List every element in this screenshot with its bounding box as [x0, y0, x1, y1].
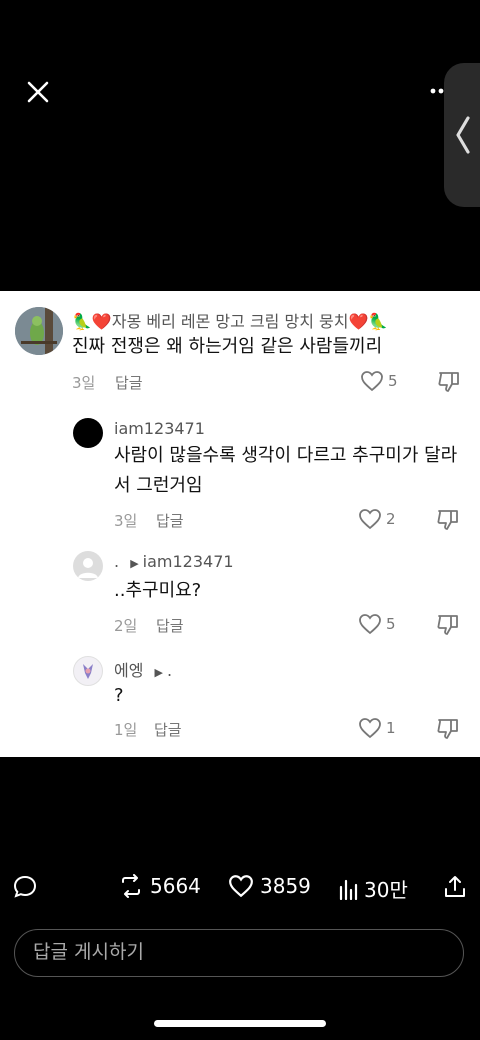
side-panel-handle[interactable]: [444, 63, 480, 207]
comment-text: ?: [114, 685, 124, 706]
bar-chart-icon: [339, 879, 358, 900]
comment-time: 3일: [72, 374, 96, 392]
like-count: 5: [388, 372, 398, 390]
avatar[interactable]: [15, 307, 63, 355]
reply-to-author[interactable]: iam123471: [143, 552, 234, 571]
close-button[interactable]: [22, 76, 54, 108]
reply-to-author[interactable]: .: [167, 661, 172, 680]
reply-button[interactable]: 답글: [156, 510, 184, 531]
comment-thread-card: 🦜❤️자몽 베리 레몬 망고 크림 망치 뭉치❤️🦜 진짜 전쟁은 왜 하는거임…: [0, 291, 480, 757]
like-count: 1: [386, 719, 396, 737]
speech-bubble-icon: [13, 875, 37, 898]
comment-text: 사람이 많을수록 생각이 다르고 추구미가 달라서 그런거임: [114, 445, 458, 496]
reply-input[interactable]: 답글 게시하기: [14, 929, 464, 977]
heart-icon: [359, 614, 381, 635]
views-button[interactable]: 30만: [338, 874, 408, 903]
dislike-button[interactable]: [436, 717, 460, 745]
thumbs-down-icon: [437, 615, 458, 635]
comment-time: 2일: [114, 617, 138, 635]
dislike-button[interactable]: [436, 613, 460, 641]
comment-author[interactable]: 에엥: [114, 661, 143, 680]
avatar[interactable]: [73, 418, 103, 448]
home-indicator: [154, 1020, 326, 1027]
comment-author[interactable]: iam123471: [114, 419, 205, 438]
like-count: 5: [386, 615, 396, 633]
repost-button[interactable]: 5664: [118, 874, 201, 898]
reply-button[interactable]: 답글: [115, 372, 143, 393]
comment-time: 3일: [114, 512, 138, 530]
character-avatar-image: [83, 664, 93, 679]
comment-text: ..추구미요?: [114, 580, 202, 601]
like-count: 2: [386, 510, 396, 528]
repost-count: 5664: [150, 874, 201, 898]
post-action-bar: 5664 3859 30만: [0, 868, 480, 904]
share-icon: [445, 876, 465, 897]
thumbs-down-icon: [437, 510, 458, 530]
dislike-button[interactable]: [436, 508, 460, 536]
comment-time: 1일: [114, 721, 138, 739]
chevron-left-icon: [456, 116, 470, 154]
comment-text: 진짜 전쟁은 왜 하는거임 같은 사람들끼리: [72, 336, 383, 357]
like-post-button[interactable]: 3859: [228, 874, 311, 898]
comment-author[interactable]: .: [114, 552, 119, 571]
repost-icon: [122, 874, 140, 898]
like-count: 3859: [260, 874, 311, 898]
comment-button[interactable]: [12, 874, 38, 900]
dislike-button[interactable]: [437, 370, 461, 398]
reply-arrow-icon: ▶: [130, 557, 139, 570]
heart-icon: [361, 371, 383, 392]
parrot-avatar-image: [15, 307, 63, 355]
comment-author-line: . ▶ iam123471: [114, 552, 234, 571]
thumbs-down-icon: [438, 372, 459, 392]
heart-outline-icon: [229, 875, 253, 898]
comment-author-line: 에엥 ▶.: [114, 657, 172, 681]
heart-icon: [359, 509, 381, 530]
reply-arrow-icon: ▶: [154, 666, 164, 679]
close-icon: [27, 81, 49, 103]
like-button[interactable]: 5: [358, 613, 396, 635]
share-button[interactable]: [442, 874, 468, 900]
reply-button[interactable]: 답글: [156, 615, 184, 636]
view-count: 30만: [364, 878, 408, 902]
avatar[interactable]: [73, 551, 103, 581]
thumbs-down-icon: [437, 719, 458, 739]
reply-button[interactable]: 답글: [154, 719, 182, 740]
avatar[interactable]: [73, 656, 103, 686]
heart-icon: [359, 718, 381, 739]
like-button[interactable]: 1: [358, 717, 396, 739]
like-button[interactable]: 2: [358, 508, 396, 530]
comment-author[interactable]: 🦜❤️자몽 베리 레몬 망고 크림 망치 뭉치❤️🦜: [72, 308, 388, 332]
like-button[interactable]: 5: [360, 370, 398, 392]
default-avatar-icon: [78, 558, 98, 578]
